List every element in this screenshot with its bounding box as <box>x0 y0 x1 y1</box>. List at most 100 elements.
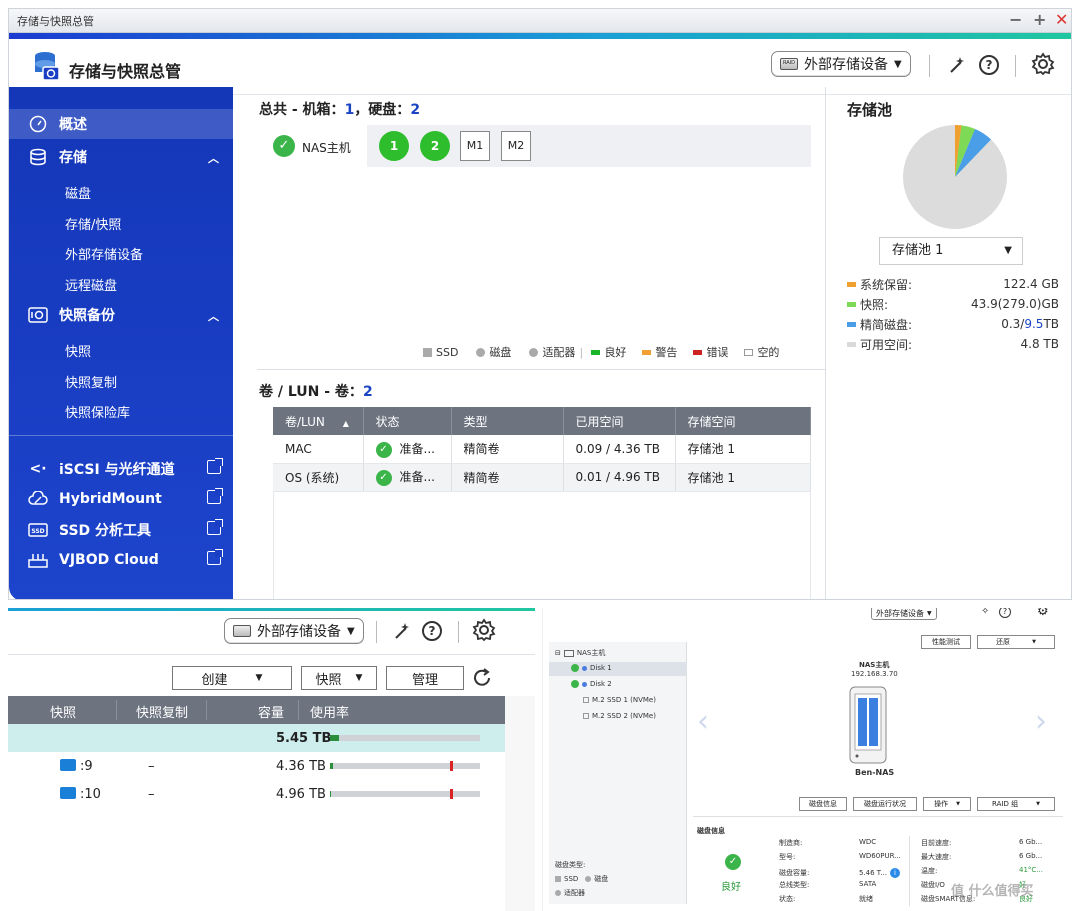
gear-icon[interactable] <box>472 618 496 642</box>
warning-legend-icon <box>642 349 652 355</box>
sidebar-item-vjbod-cloud[interactable]: VJBOD Cloud <box>9 545 233 575</box>
button-label: 创建 <box>201 672 228 688</box>
sidebar-item-snapshot-backup[interactable]: 快照备份 ︿ <box>9 300 233 330</box>
magic-wand-icon[interactable] <box>390 619 414 643</box>
nas-icon <box>563 649 574 657</box>
m2-slot-2[interactable]: M2 <box>501 131 531 161</box>
prev-arrow-icon[interactable]: ‹ <box>697 704 709 739</box>
col-capacity[interactable]: 容量 <box>258 702 284 721</box>
table-row[interactable]: 5.45 TB <box>8 724 505 752</box>
disk-info-button[interactable]: 磁盘信息 <box>799 797 847 811</box>
nas-device-icon[interactable] <box>849 686 887 764</box>
storage-manager-window: 存储与快照总管 − + ✕ 存储与快照总管 RAID 外部存储设备 ▼ ? 概述… <box>8 8 1072 600</box>
col-type[interactable]: 类型 <box>451 407 564 435</box>
scroll-gutter <box>505 696 535 911</box>
next-arrow-icon[interactable]: › <box>1035 704 1047 739</box>
sidebar-item-snapshot-vault[interactable]: 快照保险库 <box>65 402 130 421</box>
sidebar-item-storage-snapshot[interactable]: 存储/快照 <box>65 214 121 233</box>
info-row: 型号: WD60PUR... <box>779 852 907 866</box>
divider <box>206 700 207 720</box>
col-status[interactable]: 状态 <box>363 407 452 435</box>
help-icon[interactable]: ? <box>977 53 1001 77</box>
external-storage-dropdown[interactable]: 外部存储设备 ▼ <box>224 618 364 644</box>
maximize-icon[interactable]: + <box>1033 10 1046 29</box>
sidebar-item-disks[interactable]: 磁盘 <box>65 183 91 202</box>
tree-item-m2-ssd2[interactable]: M.2 SSD 2 (NVMe) <box>583 712 656 720</box>
pool-stat-row: 精简磁盘: 0.3/9.5TB <box>847 315 1059 333</box>
divider <box>8 654 535 655</box>
disk-health-button[interactable]: 磁盘运行状况 <box>853 797 917 811</box>
error-legend-icon <box>693 349 703 355</box>
watermark: 值 什么值得买 <box>951 884 1034 899</box>
pool-stat-row: 可用空间: 4.8 TB <box>847 335 1059 353</box>
external-storage-label: 外部存储设备 <box>257 624 341 640</box>
tree-item-m2-ssd1[interactable]: M.2 SSD 1 (NVMe) <box>583 696 656 704</box>
external-storage-label: 外部存储设备 <box>804 57 888 73</box>
help-icon[interactable]: ? <box>420 619 444 643</box>
disk-slot-2[interactable]: 2 <box>420 131 450 161</box>
col-used[interactable]: 已用空间 <box>563 407 676 435</box>
col-volume[interactable]: 卷/LUN ▲ <box>273 407 364 435</box>
pool-select[interactable]: 存储池 1 ▼ <box>879 237 1023 265</box>
sidebar-label: 概述 <box>59 117 87 133</box>
sidebar-item-snapshot-replica[interactable]: 快照复制 <box>65 372 117 391</box>
external-storage-dropdown[interactable]: RAID 外部存储设备 ▼ <box>771 51 911 77</box>
refresh-icon[interactable] <box>470 666 494 690</box>
info-row: 状态: 就绪 <box>779 894 907 908</box>
info-icon[interactable]: i <box>889 868 900 878</box>
sidebar: 概述 存储 ︿ 磁盘 存储/快照 外部存储设备 远程磁盘 快照备份 ︿ 快照 快… <box>9 87 233 599</box>
disk-panel: 外部存储设备 ▼ ✧ ? ⚙ ⊟ NAS主机 Disk 1 Disk 2 M.2 S… <box>542 608 1072 911</box>
external-storage-dropdown[interactable]: 外部存储设备 ▼ <box>871 608 937 620</box>
adapter-legend: 适配器 <box>555 888 585 898</box>
raid-group-dropdown[interactable]: RAID 组 ▼ <box>977 797 1055 811</box>
tree-item-disk1[interactable]: Disk 1 <box>571 664 612 672</box>
col-snapshot[interactable]: 快照 <box>50 702 76 721</box>
info-value: WDC <box>859 838 877 846</box>
table-row[interactable]: OS (系统) ✓ 准备... 精简卷 0.01 / 4.96 TB 存储池 1 <box>273 463 811 492</box>
gear-icon[interactable]: ⚙ <box>1037 608 1049 619</box>
performance-test-button[interactable]: 性能测试 <box>921 635 971 649</box>
close-icon[interactable]: ✕ <box>1055 10 1068 29</box>
restore-dropdown[interactable]: 还原 ▼ <box>977 635 1055 649</box>
volume-name: MAC <box>273 435 364 464</box>
help-icon[interactable]: ? <box>999 608 1011 618</box>
info-value: 6 Gb... <box>1019 852 1043 860</box>
sidebar-item-iscsi[interactable]: <· iSCSI 与光纤通道 <box>9 454 233 484</box>
chevron-up-icon[interactable]: ︿ <box>208 308 219 324</box>
tree-root[interactable]: ⊟ NAS主机 <box>555 648 605 658</box>
col-snapshot-replica[interactable]: 快照复制 <box>136 702 188 721</box>
col-label: 卷/LUN <box>285 414 325 429</box>
action-dropdown[interactable]: 操作 ▼ <box>923 797 971 811</box>
m2-slot-1[interactable]: M1 <box>460 131 490 161</box>
table-row[interactable]: :10 – 4.96 TB <box>8 780 505 808</box>
sidebar-item-hybridmount[interactable]: HybridMount <box>9 484 233 514</box>
divider <box>929 55 930 77</box>
minimize-icon[interactable]: − <box>1009 10 1022 29</box>
snapshot-dropdown[interactable]: 快照 ▼ <box>301 666 377 690</box>
chevron-up-icon[interactable]: ︿ <box>208 150 219 166</box>
create-dropdown[interactable]: 创建 ▼ <box>172 666 292 690</box>
col-pool[interactable]: 存储空间 <box>675 407 811 435</box>
sidebar-item-snapshots[interactable]: 快照 <box>65 341 91 360</box>
manage-button[interactable]: 管理 <box>386 666 464 690</box>
free-color-icon <box>847 341 856 347</box>
info-key: 状态: <box>779 895 796 903</box>
tree-label: NAS主机 <box>576 649 606 657</box>
accent-strip <box>8 608 535 611</box>
table-row[interactable]: MAC ✓ 准备... 精简卷 0.09 / 4.36 TB 存储池 1 <box>273 435 811 464</box>
sidebar-item-ssd-profiling[interactable]: SSD SSD 分析工具 <box>9 515 233 545</box>
col-usage[interactable]: 使用率 <box>310 702 349 721</box>
disk-slot-1[interactable]: 1 <box>379 131 409 161</box>
sidebar-item-overview[interactable]: 概述 <box>9 109 233 139</box>
info-key: 温度: <box>921 867 938 875</box>
disk-type-label: 磁盘类型: <box>555 861 586 869</box>
gear-icon[interactable] <box>1031 52 1055 76</box>
table-row[interactable]: :9 – 4.36 TB <box>8 752 505 780</box>
magic-wand-icon[interactable] <box>945 53 969 77</box>
magic-wand-icon[interactable]: ✧ <box>981 608 989 617</box>
sidebar-item-external-storage[interactable]: 外部存储设备 <box>65 244 143 263</box>
sidebar-item-storage[interactable]: 存储 ︿ <box>9 142 233 172</box>
tree-item-disk2[interactable]: Disk 2 <box>571 680 612 688</box>
divider <box>376 621 377 643</box>
sidebar-item-remote-disk[interactable]: 远程磁盘 <box>65 275 117 294</box>
